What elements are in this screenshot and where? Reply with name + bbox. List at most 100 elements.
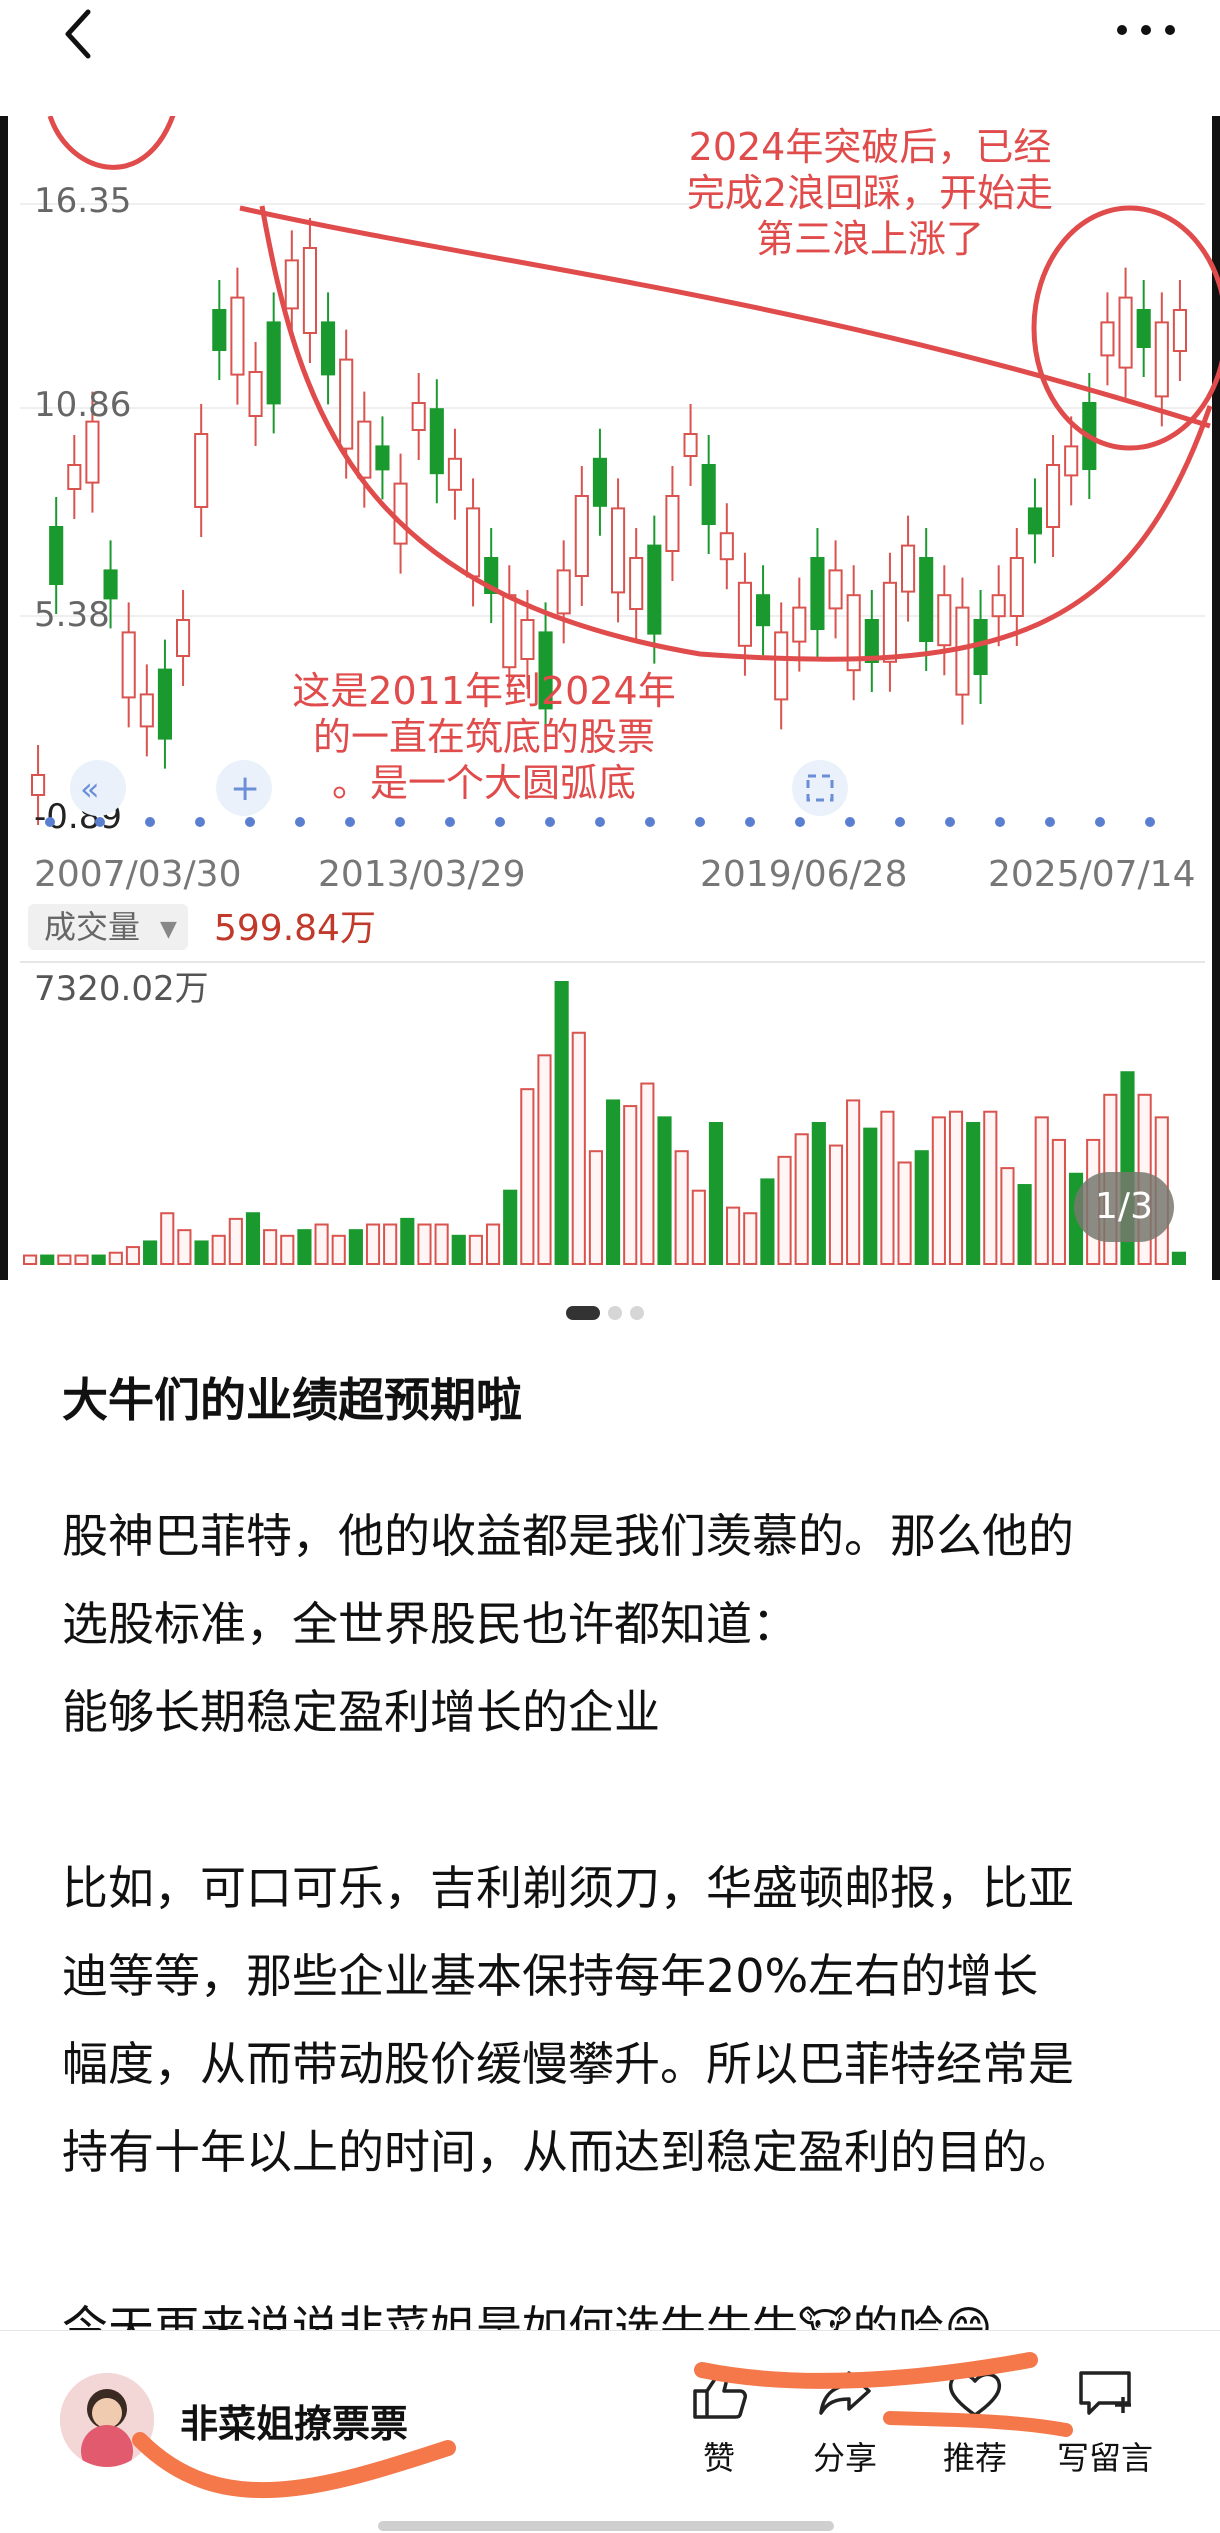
candle-body [139,693,154,728]
svg-text:2024年突破后，已经: 2024年突破后，已经 [689,125,1052,169]
candle-body [248,371,263,417]
volume-bar [1034,1116,1049,1265]
volume-bar [468,1234,483,1266]
volume-bar [383,1223,398,1266]
axis-dot [845,817,855,827]
svg-text:完成2浪回踩，开始走: 完成2浪回踩，开始走 [687,171,1053,215]
fullscreen-icon[interactable] [792,760,848,816]
candle-body [937,594,952,647]
volume-bar [948,1110,964,1265]
share-icon [819,2371,871,2415]
axis-dot [795,817,805,827]
axis-dot [345,817,355,827]
annotation-bottom: 这是2011年到2024年 的一直在筑底的股票 。是一个大圆弧底 [292,669,675,805]
thumbs-up-icon [693,2371,747,2419]
volume-bar [537,1054,552,1265]
back-chevron-icon[interactable] [54,4,114,64]
volume-bar [417,1223,432,1266]
candle-body [230,296,245,376]
heart-icon [948,2372,1002,2417]
stock-chart-image[interactable]: 16.35 10.86 5.38 -0.89 2007/03/30 2013/0… [0,116,1220,1280]
candle-body [1046,464,1061,528]
recommend-button[interactable]: 推荐 [920,2367,1030,2479]
volume-selector-label: 成交量 [44,908,140,946]
candle-body [719,532,734,561]
author-name[interactable]: 非菜姐撩票票 [180,2393,408,2448]
more-dots-icon[interactable] [1106,10,1186,50]
x-tick: 2019/06/28 [700,854,908,895]
volume-bar [211,1234,226,1266]
candle-body [919,557,934,642]
volume-bar [828,1144,844,1266]
volume-bar [640,1082,655,1266]
paragraph-line: 选股标准，全世界股民也许都知道： [62,1597,798,1651]
volume-bar [125,1246,141,1265]
like-button[interactable]: 赞 [664,2367,774,2479]
like-label: 赞 [702,2439,735,2477]
x-tick: 2007/03/30 [34,854,242,895]
candle-body [1009,557,1024,617]
svg-text:«: « [80,770,100,808]
share-button[interactable]: 分享 [790,2367,900,2479]
volume-bar [846,1099,861,1265]
axis-dot [995,817,1005,827]
candle-body [737,581,752,647]
volume-bar [760,1178,775,1266]
y-tick: 10.86 [34,385,131,425]
volume-bar [160,1212,175,1265]
volume-bar [434,1223,449,1266]
axis-dot [445,817,455,827]
candle-body [447,457,462,491]
candle-body [357,420,372,479]
axis-dot [645,817,655,827]
axis-dot [395,817,405,827]
candle-body [1172,309,1187,352]
volume-bar [588,1150,604,1265]
volume-bar [503,1189,518,1266]
stock-chart: 16.35 10.86 5.38 -0.89 2007/03/30 2013/0… [0,116,1220,1280]
candle-body [502,594,517,669]
author-avatar[interactable] [60,2373,154,2467]
axis-dot [95,817,105,827]
volume-bar [708,1122,724,1265]
candle-body [194,433,209,508]
volume-bar [314,1223,329,1266]
volume-bar [1017,1184,1032,1266]
volume-bar [811,1122,826,1265]
volume-bar [57,1254,72,1266]
candle-body [592,457,607,507]
volume-bar [863,1127,878,1266]
candle-body [1027,507,1042,535]
volume-bar [23,1254,38,1266]
volume-bar [623,1105,638,1266]
candle-body [411,402,426,431]
volume-bar [297,1229,312,1266]
axis-dot [945,817,955,827]
comment-add-icon [1079,2371,1131,2415]
axis-dot [745,817,755,827]
candle-body [1154,321,1169,398]
share-label: 分享 [812,2439,877,2477]
volume-bar [108,1251,123,1265]
candle-body [1136,309,1151,348]
article-title: 大牛们的业绩超预期啦 [62,1373,522,1427]
svg-text:。是一个大圆弧底: 。是一个大圆弧底 [332,761,636,805]
home-indicator[interactable] [378,2521,834,2531]
candle-body [157,668,172,740]
axis-dot [195,817,205,827]
candle-body [302,247,317,334]
volume-bar [794,1133,809,1266]
axis-dot [45,817,55,827]
axis-dot [895,817,905,827]
volume-bar [1000,1167,1015,1265]
comment-button[interactable]: 写留言 [1050,2367,1160,2479]
carousel-dot [608,1305,622,1320]
paragraph-line: 持有十年以上的时间，从而达到稳定盈利的目的。 [62,2125,1074,2179]
volume-bar [1171,1251,1186,1265]
candle-body [756,594,771,627]
candle-body [1100,321,1115,357]
candle-body [31,774,46,796]
candle-body [629,557,644,610]
carousel-dot [566,1305,600,1320]
paragraph-line: 比如，可口可乐，吉利剃须刀，华盛顿邮报，比亚 [62,1861,1074,1915]
